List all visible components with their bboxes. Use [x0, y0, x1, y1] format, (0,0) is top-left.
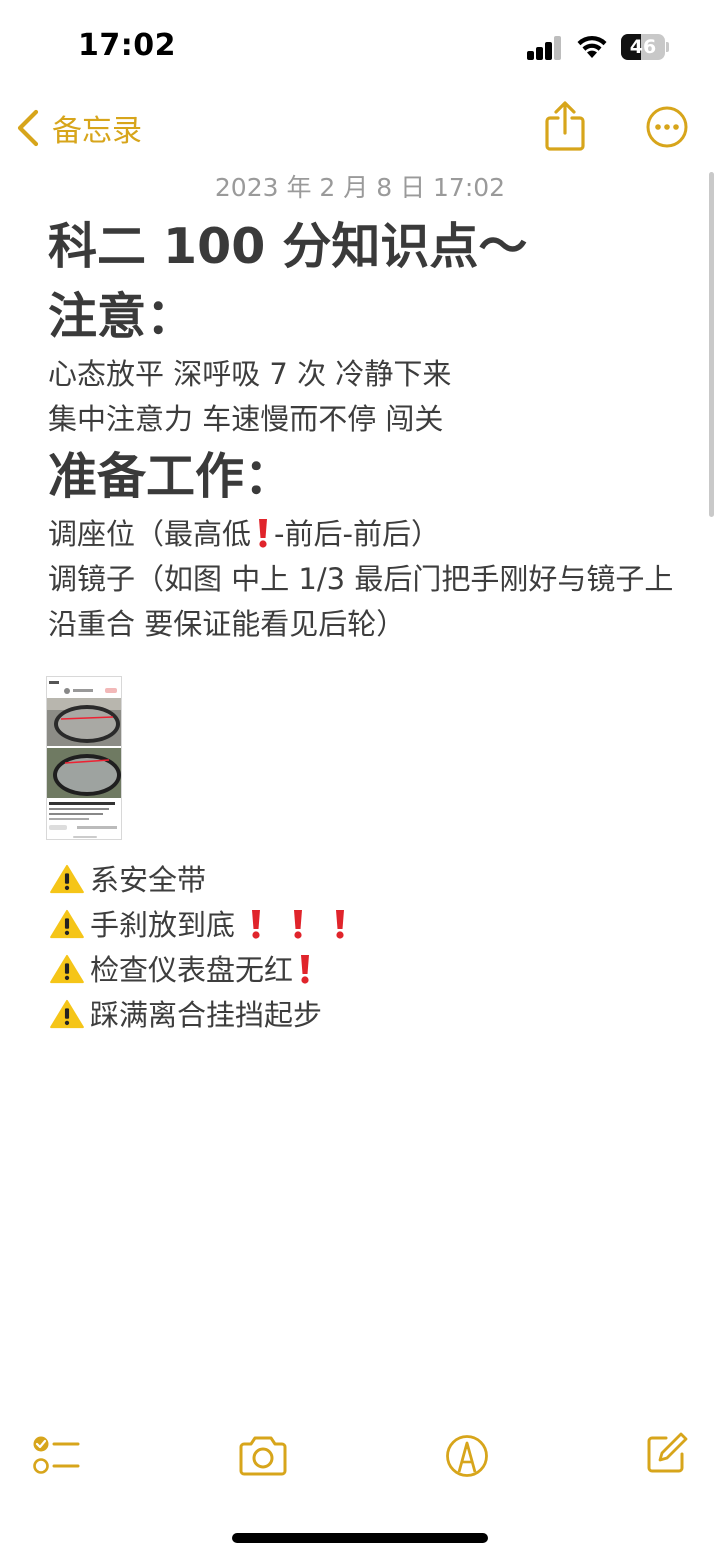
- checklist-icon[interactable]: [32, 1435, 80, 1475]
- camera-icon[interactable]: [237, 1436, 289, 1476]
- checklist-item-text: 检查仪表盘无红: [90, 953, 294, 987]
- note-line-mirror: 调镜子（如图 中上 1/3 最后门把手刚好与镜子上沿重合 要保证能看见后轮）: [48, 562, 674, 641]
- back-button-label: 备忘录: [52, 114, 142, 149]
- wifi-icon: [577, 35, 607, 58]
- markup-pen-icon[interactable]: [445, 1434, 489, 1478]
- home-indicator[interactable]: [232, 1533, 488, 1543]
- mirror-photo-image: [47, 677, 121, 839]
- checklist-item: 检查仪表盘无红: [48, 948, 668, 993]
- section-heading-preparation: 准备工作：: [48, 448, 294, 505]
- warning-icon: [50, 999, 84, 1029]
- back-button[interactable]: 备忘录: [14, 104, 142, 152]
- battery-percentage: 46: [629, 36, 657, 58]
- section-heading-attention: 注意：: [48, 288, 196, 345]
- battery-icon: 46: [621, 34, 669, 60]
- red-exclamation-icon: [259, 519, 268, 548]
- status-time: 17:02: [78, 28, 176, 63]
- checklist-item: 手刹放到底: [48, 903, 668, 948]
- red-exclamation-icon: [294, 910, 303, 939]
- note-title: 科二 100 分知识点～: [48, 218, 528, 275]
- note-date: 2023 年 2 月 8 日 17:02: [214, 173, 506, 202]
- note-body[interactable]: 科二 100 分知识点～ 注意： 心态放平 深呼吸 7 次 冷静下来 集中注意力…: [48, 212, 678, 647]
- checklist-item-text: 踩满离合挂挡起步: [90, 998, 323, 1032]
- red-exclamation-icon: [336, 910, 345, 939]
- ellipsis-circle-icon[interactable]: [646, 106, 688, 148]
- share-icon[interactable]: [544, 100, 586, 152]
- note-line: 心态放平 深呼吸 7 次 冷静下来: [48, 357, 452, 391]
- checklist-item: 踩满离合挂挡起步: [48, 993, 668, 1038]
- seat-text-start: 调座位（最高低: [48, 517, 252, 551]
- warning-icon: [50, 864, 84, 894]
- note-line: 集中注意力 车速慢而不停 闯关: [48, 402, 444, 436]
- red-exclamation-icon: [252, 910, 261, 939]
- safety-checklist: 系安全带 手刹放到底 检查仪表盘无红 踩满离合挂挡起步: [48, 858, 668, 1038]
- warning-icon: [50, 909, 84, 939]
- scroll-indicator[interactable]: [709, 172, 714, 517]
- seat-text-end: -前后-前后）: [274, 517, 440, 551]
- chevron-left-icon: [17, 109, 39, 147]
- checklist-item: 系安全带: [48, 858, 668, 903]
- red-exclamation-icon: [301, 955, 310, 984]
- warning-icon: [50, 954, 84, 984]
- attached-image-thumbnail[interactable]: [46, 676, 122, 840]
- note-line-seat: 调座位（最高低 -前后-前后）: [48, 512, 678, 557]
- status-bar: 17:02 46: [0, 0, 720, 96]
- checklist-item-text: 系安全带: [90, 863, 207, 897]
- cellular-signal-icon: [527, 36, 563, 60]
- checklist-item-text: 手刹放到底: [90, 908, 236, 942]
- compose-icon[interactable]: [646, 1432, 688, 1474]
